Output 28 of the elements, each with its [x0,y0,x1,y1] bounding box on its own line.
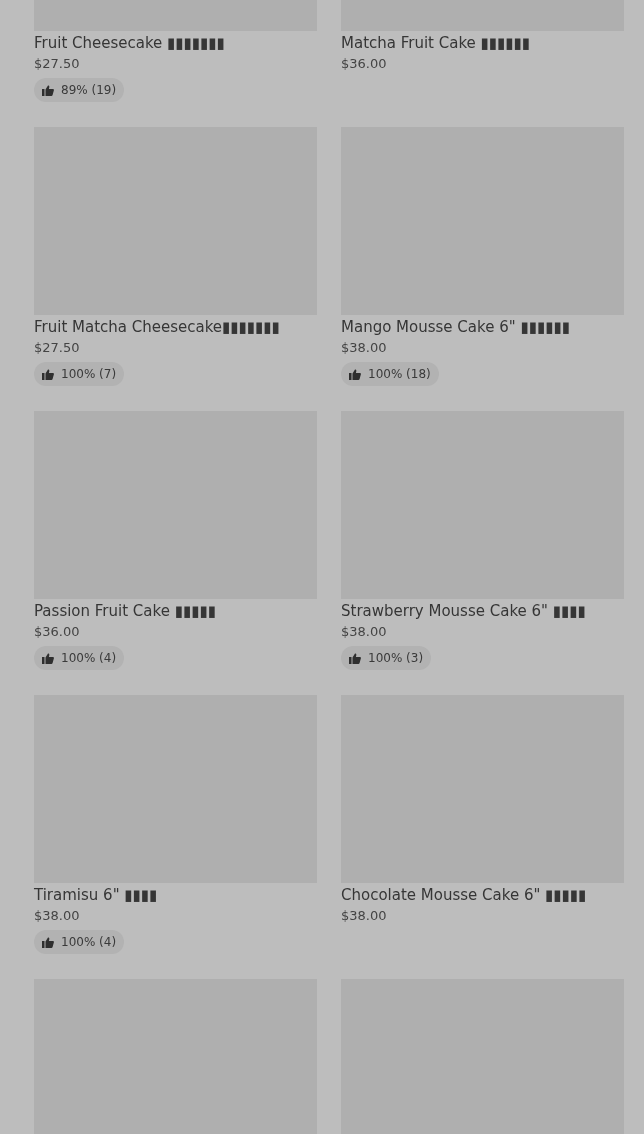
product-title[interactable]: Strawberry Mousse Cake 6" ▮▮▮▮ [341,601,624,622]
rating-text: 89% (19) [61,82,117,99]
product-price: $38.00 [341,907,388,925]
product-price: $36.00 [341,55,388,73]
product-price: $36.00 [34,623,81,641]
product-title[interactable]: Passion Fruit Cake ▮▮▮▮▮ [34,601,317,622]
thumbs-up-icon [42,368,54,380]
product-price: $27.50 [34,55,81,73]
thumbs-up-icon [42,652,54,664]
thumbs-up-icon [349,368,361,380]
thumbs-up-icon [42,936,54,948]
thumbs-up-icon [42,84,54,96]
rating-text: 100% (3) [368,650,424,667]
product-title[interactable]: Fruit Matcha Cheesecake▮▮▮▮▮▮▮ [34,317,317,338]
product-title[interactable]: Mango Mousse Cake 6" ▮▮▮▮▮▮ [341,317,624,338]
rating-text: 100% (7) [61,366,117,383]
product-title[interactable]: Chocolate Mousse Cake 6" ▮▮▮▮▮ [341,885,624,906]
product-title[interactable]: Fruit Cheesecake ▮▮▮▮▮▮▮ [34,33,317,54]
rating-text: 100% (18) [368,366,431,383]
thumbs-up-icon [349,652,361,664]
product-title[interactable]: Tiramisu 6" ▮▮▮▮ [34,885,317,906]
product-price: $38.00 [341,339,388,357]
rating-text: 100% (4) [61,650,117,667]
product-title[interactable]: Matcha Fruit Cake ▮▮▮▮▮▮ [341,33,624,54]
product-price: $27.50 [34,339,81,357]
rating-text: 100% (4) [61,934,117,951]
product-price: $38.00 [34,907,81,925]
product-price: $38.00 [341,623,388,641]
